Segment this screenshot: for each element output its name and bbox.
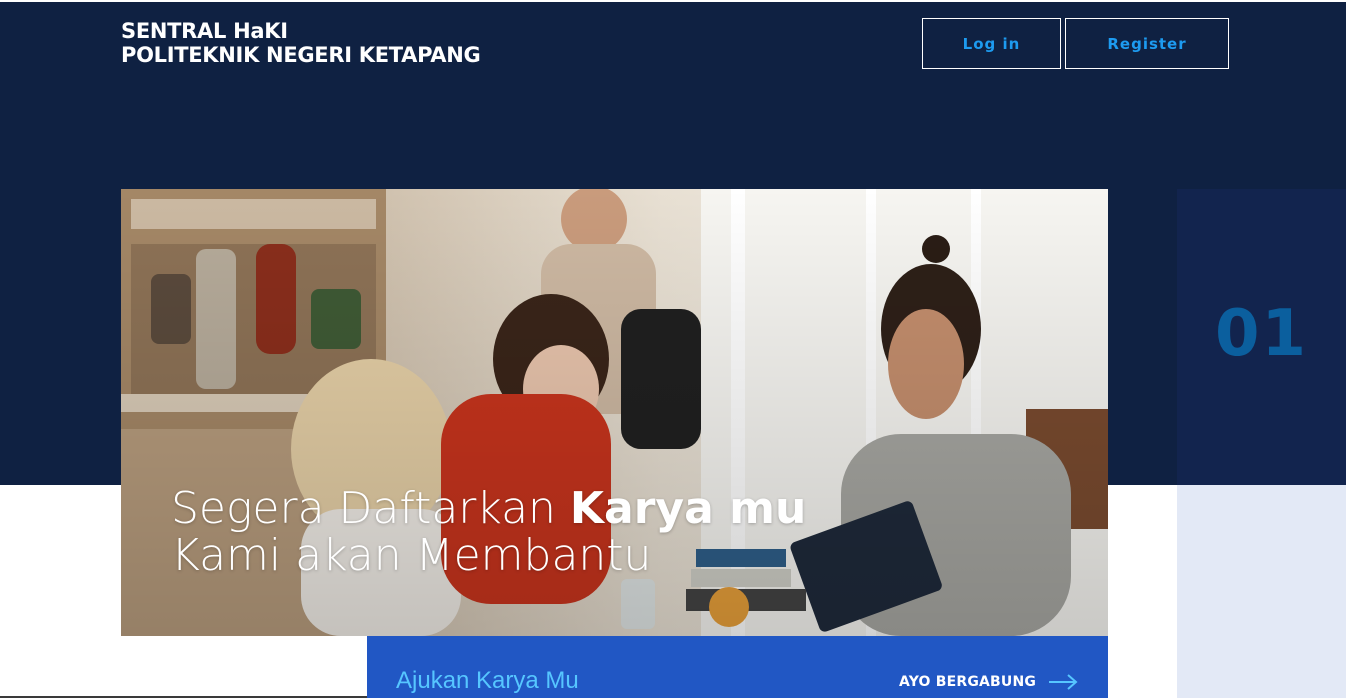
brand-line-2: POLITEKNIK NEGERI KETAPANG — [121, 43, 481, 67]
top-divider — [0, 0, 1346, 2]
register-button[interactable]: Register — [1065, 18, 1229, 69]
join-link[interactable]: AYO BERGABUNG — [899, 674, 1078, 690]
slide-indicator-top: 01 — [1177, 189, 1346, 485]
hero-line-1-bold: Karya mu — [569, 483, 807, 534]
login-button[interactable]: Log in — [922, 18, 1061, 69]
site-brand[interactable]: SENTRAL HaKI POLITEKNIK NEGERI KETAPANG — [121, 19, 481, 67]
slide-indicator-panel: 01 — [1177, 189, 1346, 698]
slide-number: 01 — [1215, 297, 1309, 371]
hero-line-1: Segera Daftarkan Karya mu — [171, 485, 806, 532]
hero-line-2: Kami akan Membantu — [171, 530, 652, 581]
cta-submit-text: Ajukan Karya Mu — [396, 667, 579, 694]
join-link-label: AYO BERGABUNG — [899, 674, 1037, 690]
hero-headline: Segera Daftarkan Karya mu Kami akan Memb… — [171, 485, 806, 579]
arrow-right-icon — [1049, 674, 1078, 690]
cta-bar: Ajukan Karya Mu AYO BERGABUNG — [367, 636, 1108, 698]
hero-banner: Segera Daftarkan Karya mu Kami akan Memb… — [121, 189, 1108, 636]
hero-line-1-regular: Segera Daftarkan — [171, 483, 570, 534]
brand-line-1: SENTRAL HaKI — [121, 19, 288, 43]
